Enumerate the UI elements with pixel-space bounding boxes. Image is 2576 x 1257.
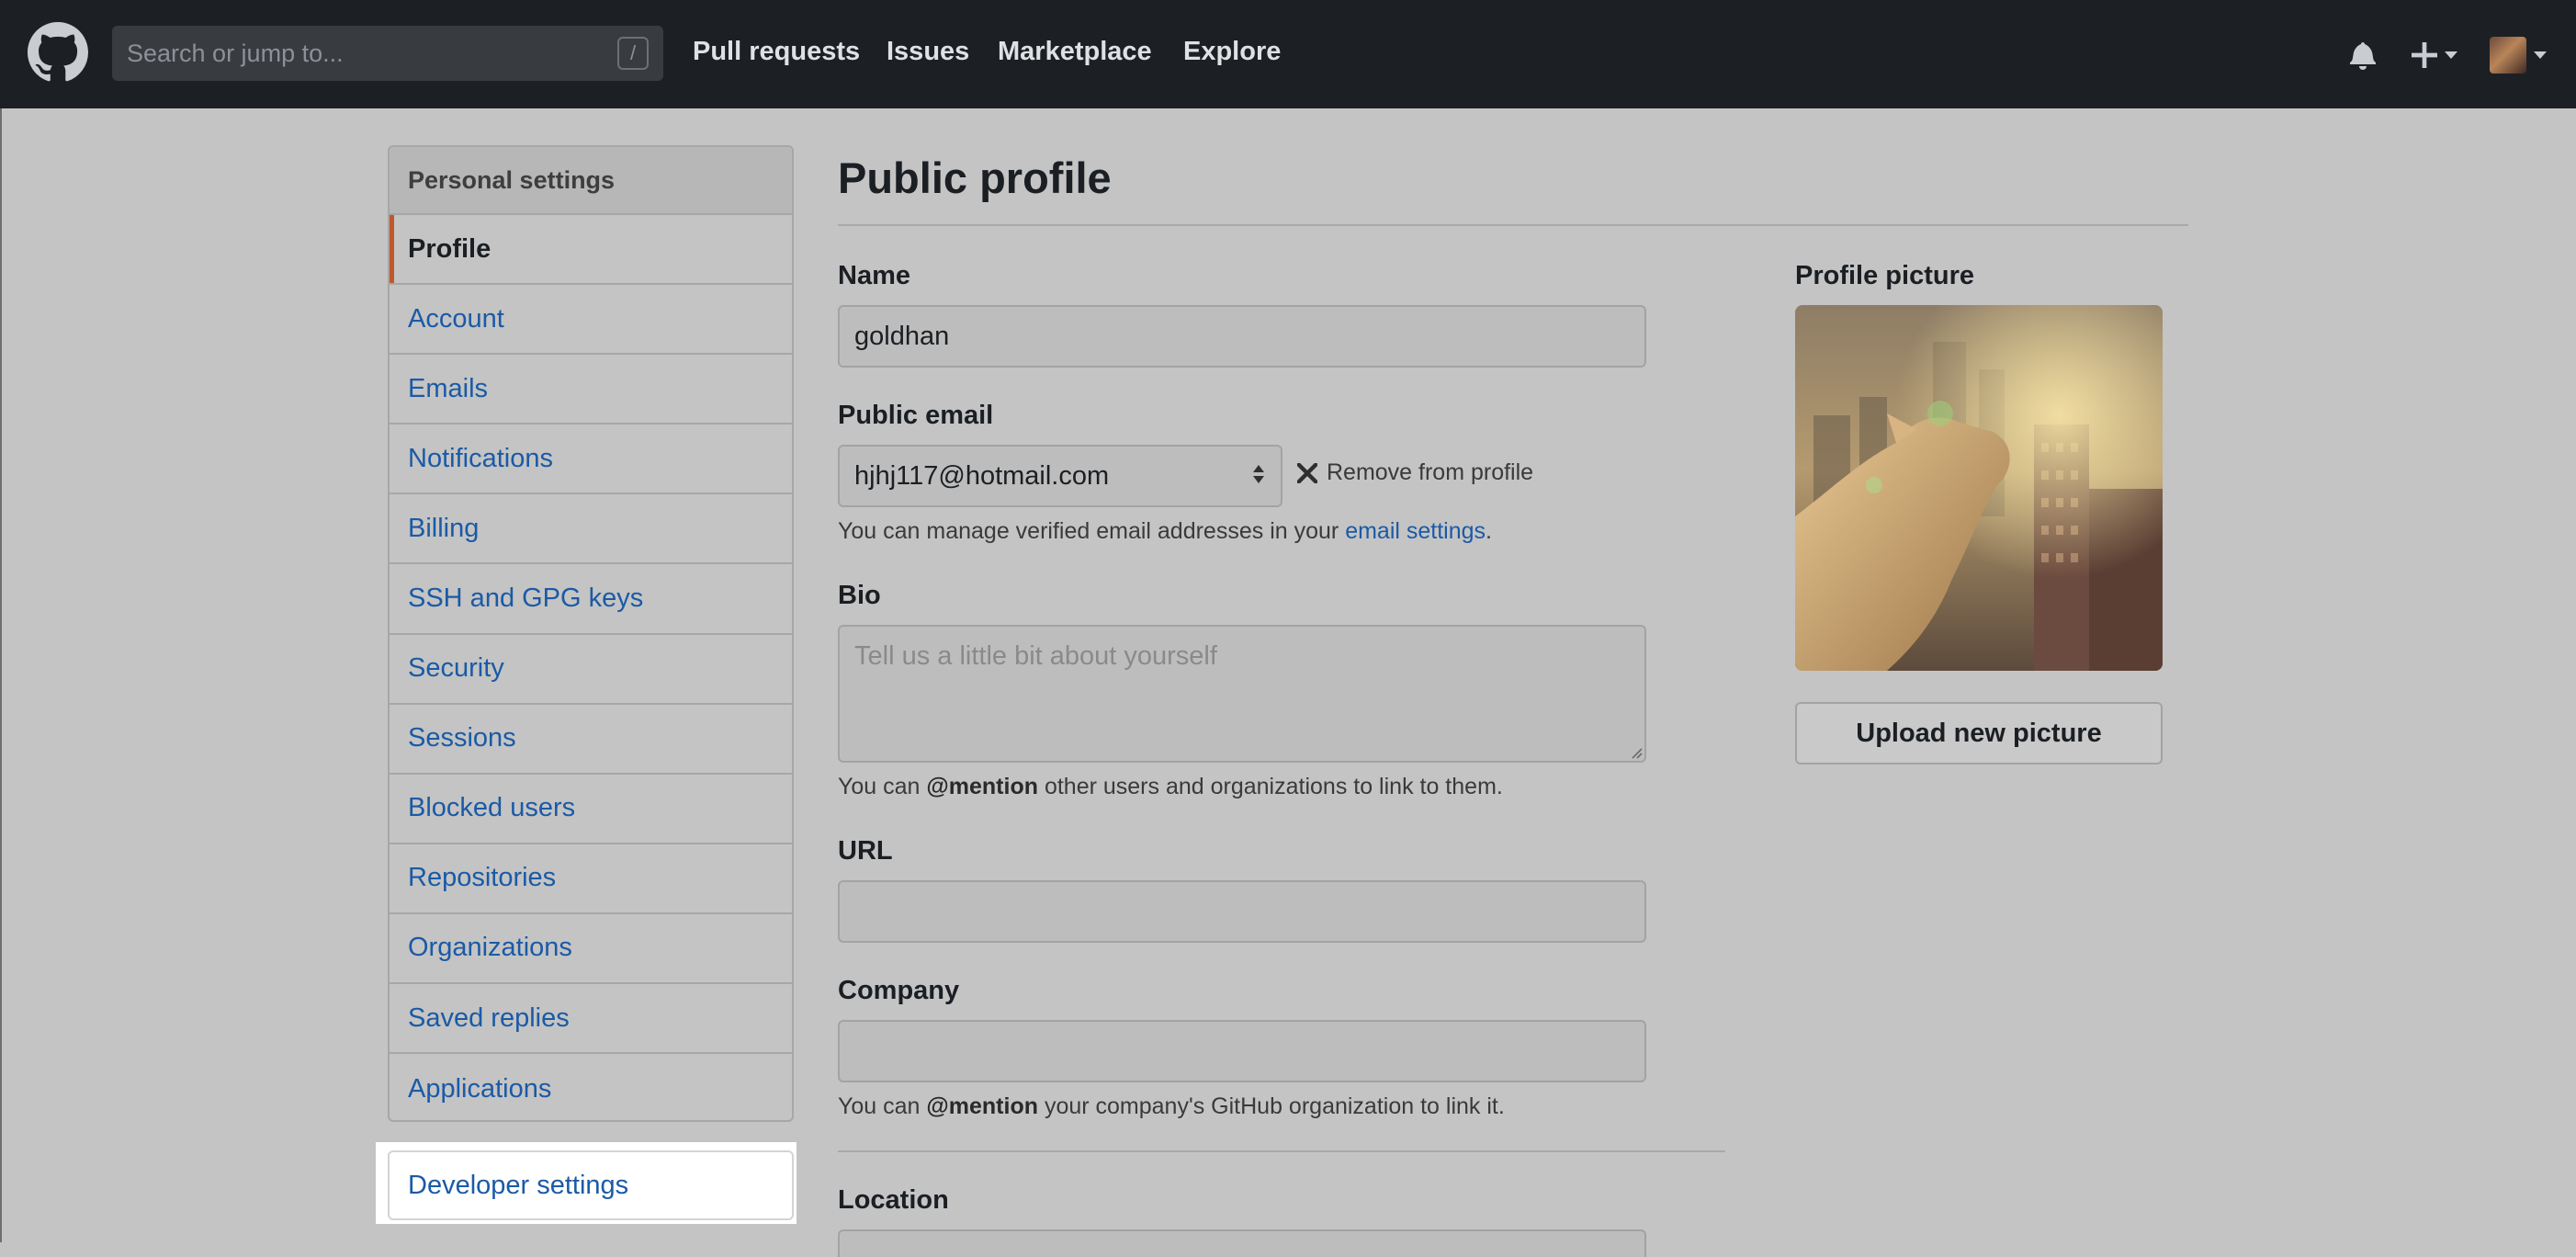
sidebar-heading: Personal settings bbox=[390, 147, 792, 215]
email-note-suffix: . bbox=[1486, 518, 1492, 544]
avatar bbox=[2490, 37, 2526, 74]
public-email-select[interactable]: hjhj117@hotmail.com bbox=[838, 445, 1282, 507]
divider bbox=[838, 1150, 1725, 1152]
upload-new-picture-button[interactable]: Upload new picture bbox=[1795, 702, 2163, 764]
nav-marketplace[interactable]: Marketplace bbox=[998, 37, 1152, 67]
name-field[interactable] bbox=[838, 305, 1646, 368]
remove-from-profile-label: Remove from profile bbox=[1327, 459, 1534, 485]
company-label: Company bbox=[838, 976, 960, 1005]
email-note: You can manage verified email addresses … bbox=[838, 518, 1492, 545]
bio-note-text: You can bbox=[838, 774, 927, 799]
sidebar-item-applications[interactable]: Applications bbox=[390, 1054, 792, 1120]
location-label: Location bbox=[838, 1185, 949, 1215]
select-arrows-icon bbox=[1253, 465, 1264, 483]
email-note-text: You can manage verified email addresses … bbox=[838, 518, 1346, 544]
github-logo-icon[interactable] bbox=[26, 20, 90, 85]
sidebar-item-sessions[interactable]: Sessions bbox=[390, 705, 792, 775]
profile-picture-label: Profile picture bbox=[1795, 261, 1974, 290]
user-menu[interactable] bbox=[2486, 37, 2550, 74]
sidebar-item-security[interactable]: Security bbox=[390, 635, 792, 705]
name-label: Name bbox=[838, 261, 910, 290]
bell-icon[interactable] bbox=[2346, 39, 2379, 72]
remove-from-profile-button[interactable]: Remove from profile bbox=[1297, 459, 1533, 486]
location-field[interactable] bbox=[838, 1229, 1646, 1257]
company-field[interactable] bbox=[838, 1020, 1646, 1082]
resize-handle-icon[interactable] bbox=[1628, 744, 1643, 759]
top-header: / Pull requests Issues Marketplace Explo… bbox=[0, 0, 2576, 108]
search-box[interactable]: / bbox=[112, 26, 663, 81]
sidebar-item-profile[interactable]: Profile bbox=[390, 215, 792, 286]
sidebar-item-billing[interactable]: Billing bbox=[390, 494, 792, 565]
bio-note-mention: @mention bbox=[926, 774, 1038, 799]
public-email-label: Public email bbox=[838, 401, 994, 430]
sidebar-item-notifications[interactable]: Notifications bbox=[390, 425, 792, 495]
sidebar-item-repositories[interactable]: Repositories bbox=[390, 844, 792, 914]
url-label: URL bbox=[838, 836, 893, 866]
nav-explore[interactable]: Explore bbox=[1183, 37, 1281, 67]
nav-issues[interactable]: Issues bbox=[887, 37, 969, 67]
company-note-mention: @mention bbox=[926, 1093, 1038, 1119]
bio-note-suffix: other users and organizations to link to… bbox=[1038, 774, 1503, 799]
sidebar-item-saved-replies[interactable]: Saved replies bbox=[390, 984, 792, 1055]
close-icon bbox=[1297, 462, 1317, 483]
chevron-down-icon bbox=[2445, 51, 2457, 59]
settings-sidebar: Personal settings Profile Account Emails… bbox=[388, 145, 794, 1122]
divider bbox=[838, 224, 2188, 226]
plus-icon bbox=[2412, 42, 2437, 68]
create-new-menu[interactable] bbox=[2407, 39, 2462, 72]
company-note: You can @mention your company's GitHub o… bbox=[838, 1093, 1505, 1120]
page-title: Public profile bbox=[838, 153, 1112, 202]
bio-note: You can @mention other users and organiz… bbox=[838, 774, 1503, 800]
sidebar-item-organizations[interactable]: Organizations bbox=[390, 914, 792, 985]
company-note-suffix: your company's GitHub organization to li… bbox=[1038, 1093, 1505, 1119]
profile-picture bbox=[1795, 305, 2163, 671]
nav-pull-requests[interactable]: Pull requests bbox=[693, 37, 860, 67]
email-settings-link[interactable]: email settings bbox=[1345, 518, 1486, 544]
bio-field[interactable] bbox=[838, 625, 1646, 763]
search-shortcut-key: / bbox=[617, 37, 649, 70]
public-email-value: hjhj117@hotmail.com bbox=[854, 460, 1110, 491]
chevron-down-icon bbox=[2534, 51, 2547, 59]
bio-label: Bio bbox=[838, 581, 881, 610]
search-input[interactable] bbox=[127, 39, 617, 68]
company-note-text: You can bbox=[838, 1093, 927, 1119]
sidebar-item-emails[interactable]: Emails bbox=[390, 355, 792, 425]
url-field[interactable] bbox=[838, 880, 1646, 943]
sidebar-item-account[interactable]: Account bbox=[390, 285, 792, 356]
window-edge bbox=[0, 108, 2, 1242]
sidebar-item-developer-settings[interactable]: Developer settings bbox=[388, 1150, 794, 1220]
sidebar-item-blocked-users[interactable]: Blocked users bbox=[390, 775, 792, 844]
sidebar-item-ssh-gpg-keys[interactable]: SSH and GPG keys bbox=[390, 564, 792, 635]
